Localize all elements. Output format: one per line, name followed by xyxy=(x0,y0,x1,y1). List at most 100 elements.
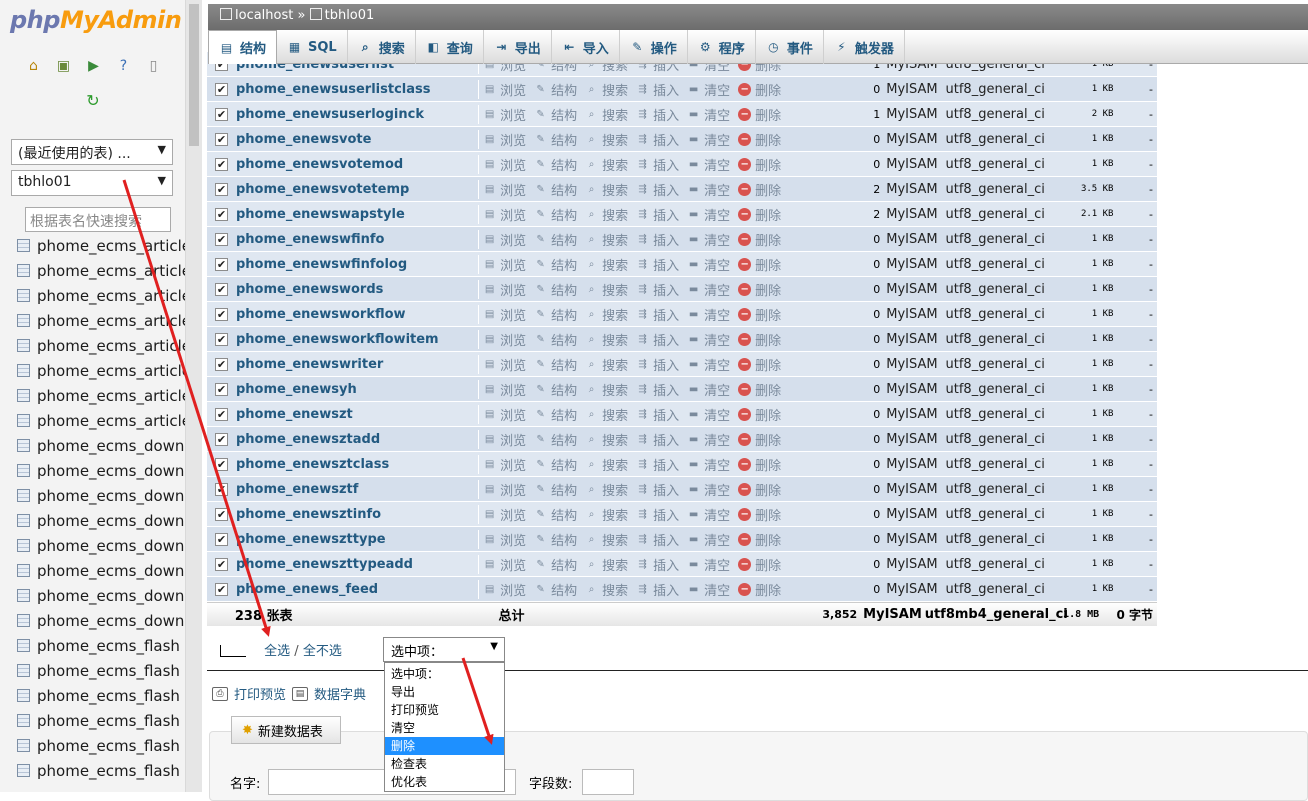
search-action[interactable]: ⌕ 搜索 xyxy=(585,580,628,599)
nav-table-item[interactable]: phome_ecms_article xyxy=(17,408,185,433)
search-action[interactable]: ⌕ 搜索 xyxy=(585,180,628,199)
browse-action[interactable]: ▤ 浏览 xyxy=(483,380,526,399)
nav-table-item[interactable]: phome_ecms_downl xyxy=(17,458,185,483)
table-name-link[interactable]: phome_enewszttypeadd xyxy=(236,557,478,572)
drop-action[interactable]: − 删除 xyxy=(738,80,781,99)
row-checkbox[interactable]: ✔ xyxy=(215,307,228,321)
row-checkbox[interactable]: ✔ xyxy=(215,157,228,171)
empty-action[interactable]: ▬ 清空 xyxy=(687,455,730,474)
structure-action[interactable]: ✎ 结构 xyxy=(534,180,577,199)
empty-action[interactable]: ▬ 清空 xyxy=(687,80,730,99)
size[interactable]: 3.5 KB xyxy=(1074,184,1114,194)
size[interactable]: 1 KB xyxy=(1074,534,1114,544)
insert-action[interactable]: ⇶ 插入 xyxy=(636,480,679,499)
empty-action[interactable]: ▬ 清空 xyxy=(687,280,730,299)
docs-icon[interactable]: ▯ xyxy=(144,56,163,75)
drop-action[interactable]: − 删除 xyxy=(738,230,781,249)
structure-action[interactable]: ✎ 结构 xyxy=(534,555,577,574)
drop-action[interactable]: − 删除 xyxy=(738,555,781,574)
empty-action[interactable]: ▬ 清空 xyxy=(687,255,730,274)
row-checkbox[interactable]: ✔ xyxy=(215,332,228,346)
insert-action[interactable]: ⇶ 插入 xyxy=(636,530,679,549)
browse-action[interactable]: ▤ 浏览 xyxy=(483,430,526,449)
search-action[interactable]: ⌕ 搜索 xyxy=(585,430,628,449)
nav-table-item[interactable]: phome_ecms_flash xyxy=(17,683,185,708)
dropdown-option[interactable]: 清空 xyxy=(385,719,504,737)
tab-sql[interactable]: ▦ SQL xyxy=(277,30,348,64)
search-action[interactable]: ⌕ 搜索 xyxy=(585,80,628,99)
size[interactable]: 1 KB xyxy=(1074,484,1114,494)
drop-action[interactable]: − 删除 xyxy=(738,505,781,524)
row-checkbox[interactable]: ✔ xyxy=(215,382,228,396)
structure-action[interactable]: ✎ 结构 xyxy=(534,230,577,249)
structure-action[interactable]: ✎ 结构 xyxy=(534,505,577,524)
insert-action[interactable]: ⇶ 插入 xyxy=(636,405,679,424)
browse-action[interactable]: ▤ 浏览 xyxy=(483,230,526,249)
browse-action[interactable]: ▤ 浏览 xyxy=(483,205,526,224)
nav-table-item[interactable]: phome_ecms_downl xyxy=(17,508,185,533)
fields-count-input[interactable] xyxy=(582,769,634,795)
browse-action[interactable]: ▤ 浏览 xyxy=(483,330,526,349)
drop-action[interactable]: − 删除 xyxy=(738,280,781,299)
dropdown-option[interactable]: 检查表 xyxy=(385,755,504,773)
search-action[interactable]: ⌕ 搜索 xyxy=(585,255,628,274)
insert-action[interactable]: ⇶ 插入 xyxy=(636,255,679,274)
size[interactable]: 1 KB xyxy=(1074,284,1114,294)
structure-action[interactable]: ✎ 结构 xyxy=(534,405,577,424)
insert-action[interactable]: ⇶ 插入 xyxy=(636,380,679,399)
search-action[interactable]: ⌕ 搜索 xyxy=(585,480,628,499)
drop-action[interactable]: − 删除 xyxy=(738,255,781,274)
row-checkbox[interactable]: ✔ xyxy=(215,407,228,421)
row-checkbox[interactable]: ✔ xyxy=(215,507,228,521)
recent-tables-select[interactable]: (最近使用的表) ... ▼ xyxy=(11,139,173,165)
browse-action[interactable]: ▤ 浏览 xyxy=(483,480,526,499)
home-icon[interactable]: ⌂ xyxy=(24,56,43,75)
nav-table-item[interactable]: phome_ecms_article xyxy=(17,333,185,358)
structure-action[interactable]: ✎ 结构 xyxy=(534,105,577,124)
structure-action[interactable]: ✎ 结构 xyxy=(534,255,577,274)
row-checkbox[interactable]: ✔ xyxy=(215,457,228,471)
empty-action[interactable]: ▬ 清空 xyxy=(687,580,730,599)
table-name-link[interactable]: phome_enewswapstyle xyxy=(236,207,478,222)
row-checkbox[interactable]: ✔ xyxy=(215,557,228,571)
table-name-link[interactable]: phome_enewsvotemod xyxy=(236,157,478,172)
structure-action[interactable]: ✎ 结构 xyxy=(534,480,577,499)
browse-action[interactable]: ▤ 浏览 xyxy=(483,305,526,324)
table-name-link[interactable]: phome_enewsztf xyxy=(236,482,478,497)
search-action[interactable]: ⌕ 搜索 xyxy=(585,505,628,524)
logout-icon[interactable]: ▣ xyxy=(54,56,73,75)
table-name-link[interactable]: phome_enewsworkflowitem xyxy=(236,332,478,347)
table-name-link[interactable]: phome_enewswfinfolog xyxy=(236,257,478,272)
empty-action[interactable]: ▬ 清空 xyxy=(687,555,730,574)
drop-action[interactable]: − 删除 xyxy=(738,155,781,174)
insert-action[interactable]: ⇶ 插入 xyxy=(636,80,679,99)
table-name-link[interactable]: phome_enewswords xyxy=(236,282,478,297)
size[interactable]: 1 KB xyxy=(1074,509,1114,519)
nav-table-item[interactable]: phome_ecms_downl xyxy=(17,483,185,508)
nav-table-item[interactable]: phome_ecms_downl xyxy=(17,608,185,633)
structure-action[interactable]: ✎ 结构 xyxy=(534,430,577,449)
nav-table-item[interactable]: phome_ecms_downl xyxy=(17,533,185,558)
insert-action[interactable]: ⇶ 插入 xyxy=(636,305,679,324)
insert-action[interactable]: ⇶ 插入 xyxy=(636,455,679,474)
search-action[interactable]: ⌕ 搜索 xyxy=(585,280,628,299)
query-window-icon[interactable]: ▶ xyxy=(84,56,103,75)
drop-action[interactable]: − 删除 xyxy=(738,355,781,374)
structure-action[interactable]: ✎ 结构 xyxy=(534,305,577,324)
row-checkbox[interactable]: ✔ xyxy=(215,182,228,196)
empty-action[interactable]: ▬ 清空 xyxy=(687,105,730,124)
nav-table-item[interactable]: phome_ecms_downl xyxy=(17,433,185,458)
check-all-link[interactable]: 全选 xyxy=(264,644,290,659)
nav-table-item[interactable]: phome_ecms_article xyxy=(17,358,185,383)
browse-action[interactable]: ▤ 浏览 xyxy=(483,530,526,549)
insert-action[interactable]: ⇶ 插入 xyxy=(636,280,679,299)
table-name-link[interactable]: phome_enewsyh xyxy=(236,382,478,397)
breadcrumb-database[interactable]: tbhlo01 xyxy=(325,8,375,23)
size[interactable]: 1 KB xyxy=(1074,134,1114,144)
table-name-link[interactable]: phome_enewszttype xyxy=(236,532,478,547)
table-name-link[interactable]: phome_enewsztadd xyxy=(236,432,478,447)
row-checkbox[interactable]: ✔ xyxy=(215,582,228,596)
dropdown-option[interactable]: 选中项： xyxy=(385,665,504,683)
nav-table-item[interactable]: phome_ecms_flash xyxy=(17,758,185,783)
table-name-link[interactable]: phome_enewsworkflow xyxy=(236,307,478,322)
